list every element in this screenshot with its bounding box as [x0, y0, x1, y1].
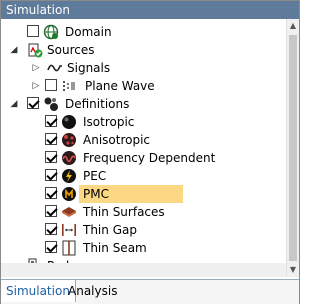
- thin-surfaces-checkbox[interactable]: [45, 205, 57, 217]
- scroll-down-arrow-icon[interactable]: ▼: [287, 263, 299, 277]
- tree-item-plane-wave[interactable]: ▷ Plane Wave: [1, 77, 286, 95]
- definitions-label: Definitions: [65, 97, 130, 111]
- expand-icon[interactable]: ▷: [31, 63, 41, 73]
- tree-item-thin-gap[interactable]: Thin Gap: [1, 221, 286, 239]
- tree-item-sources[interactable]: ◢ Sources: [1, 41, 286, 59]
- waveform-icon: [47, 64, 62, 72]
- simulation-tree[interactable]: Domain ◢ Sources ▷ Signals ▷ Plane Wave …: [1, 19, 286, 277]
- sources-label: Sources: [47, 43, 95, 57]
- scrollbar-thumb[interactable]: [289, 35, 297, 261]
- pec-label: PEC: [83, 169, 107, 183]
- definitions-checkbox[interactable]: [27, 97, 39, 109]
- anisotropic-label: Anisotropic: [83, 133, 151, 147]
- frequency-dependent-label: Frequency Dependent: [83, 151, 216, 165]
- vertical-scrollbar[interactable]: ▲ ▼: [286, 19, 299, 277]
- tree-item-thin-seam[interactable]: Thin Seam: [1, 239, 286, 257]
- pec-bolt-icon: [62, 169, 76, 183]
- thin-seam-icon: [62, 240, 76, 256]
- expand-icon[interactable]: ▷: [31, 81, 41, 91]
- thin-surfaces-label: Thin Surfaces: [83, 205, 165, 219]
- isotropic-checkbox[interactable]: [45, 115, 57, 127]
- pec-checkbox[interactable]: [45, 169, 57, 181]
- bottom-tab-bar: Simulation Analysis: [1, 279, 299, 304]
- thin-seam-checkbox[interactable]: [45, 241, 57, 253]
- anisotropic-sphere-icon: [62, 133, 76, 147]
- thin-seam-label: Thin Seam: [83, 241, 147, 255]
- panel-title: Simulation: [1, 1, 299, 19]
- collapse-icon[interactable]: ◢: [9, 99, 19, 109]
- isotropic-sphere-icon: [62, 115, 76, 129]
- collapse-icon[interactable]: ◢: [9, 45, 19, 55]
- pmc-label: PMC: [83, 187, 109, 201]
- tree-item-domain[interactable]: Domain: [1, 23, 286, 41]
- plane-wave-icon: [63, 81, 75, 91]
- tree-item-isotropic[interactable]: Isotropic: [1, 113, 286, 131]
- tree-item-frequency-dependent[interactable]: Frequency Dependent: [1, 149, 286, 167]
- sources-icon: [28, 43, 43, 58]
- definitions-icon: [44, 97, 58, 111]
- tree-item-pmc[interactable]: PMC: [1, 185, 286, 203]
- anisotropic-checkbox[interactable]: [45, 133, 57, 145]
- pmc-checkbox[interactable]: [45, 187, 57, 199]
- globe-icon: [43, 24, 59, 40]
- plane-wave-label: Plane Wave: [85, 79, 155, 93]
- plane-wave-checkbox[interactable]: [45, 79, 57, 91]
- domain-checkbox[interactable]: [27, 25, 39, 37]
- horizontal-scrollbar[interactable]: [1, 263, 286, 277]
- tree-item-definitions[interactable]: ◢ Definitions: [1, 95, 286, 113]
- simulation-panel: Simulation Domain ◢ Sources ▷ Signals ▷ …: [0, 0, 300, 304]
- tree-item-thin-surfaces[interactable]: Thin Surfaces: [1, 203, 286, 221]
- signals-label: Signals: [67, 61, 111, 75]
- frequency-dependent-checkbox[interactable]: [45, 151, 57, 163]
- pmc-icon: [62, 187, 76, 201]
- thin-surface-icon: [62, 207, 76, 217]
- frequency-dependent-sphere-icon: [62, 151, 76, 165]
- thin-gap-checkbox[interactable]: [45, 223, 57, 235]
- domain-label: Domain: [65, 25, 112, 39]
- tree-item-signals[interactable]: ▷ Signals: [1, 59, 286, 77]
- isotropic-label: Isotropic: [83, 115, 135, 129]
- tree-item-pec[interactable]: PEC: [1, 167, 286, 185]
- tab-analysis[interactable]: Analysis: [63, 280, 122, 302]
- thin-gap-icon: [62, 224, 76, 236]
- thin-gap-label: Thin Gap: [83, 223, 137, 237]
- scroll-up-arrow-icon[interactable]: ▲: [287, 19, 299, 33]
- tree-item-anisotropic[interactable]: Anisotropic: [1, 131, 286, 149]
